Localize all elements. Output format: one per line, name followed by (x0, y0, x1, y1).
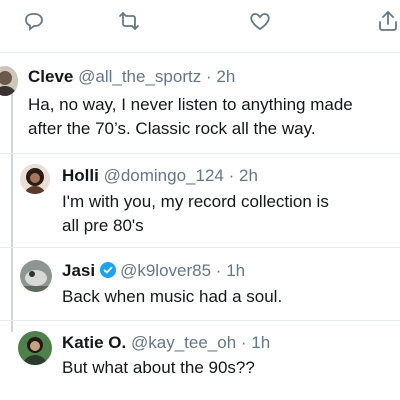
reply-text-line: I'm with you, my record collection is (62, 192, 329, 211)
reply-text-line: But what about the 90s?? (62, 358, 255, 377)
reply-text-line: all pre 80's (62, 216, 144, 235)
timestamp[interactable]: 1h (251, 333, 270, 352)
reply-icon[interactable] (20, 8, 48, 34)
separator: · (215, 261, 222, 280)
display-name[interactable]: Jasi (62, 261, 95, 280)
reply-text-line: Back when music had a soul. (62, 287, 283, 306)
reply-item[interactable]: Holli @domingo_124 · 2h I'm with you, my… (0, 156, 400, 250)
tweet-action-bar (0, 0, 400, 40)
divider (0, 153, 400, 154)
verified-badge-icon (100, 262, 117, 278)
avatar[interactable] (18, 331, 52, 365)
timestamp[interactable]: 2h (239, 166, 258, 185)
divider (0, 52, 400, 53)
username[interactable]: @k9lover85 (120, 261, 211, 280)
avatar[interactable] (20, 260, 52, 292)
reply-text-line: Ha, no way, I never listen to anything m… (28, 95, 353, 114)
reply-item[interactable]: Katie O. @kay_tee_oh · 1h But what about… (0, 325, 400, 391)
separator: · (240, 333, 247, 352)
reply-item[interactable]: Jasi @k9lover85 · 1h Back when music had … (0, 252, 400, 318)
username[interactable]: @all_the_sportz (78, 67, 201, 86)
separator: · (205, 67, 212, 86)
avatar[interactable] (20, 164, 50, 194)
display-name[interactable]: Katie O. (62, 333, 126, 352)
avatar[interactable] (0, 66, 18, 96)
reply-text-line: after the 70’s. Classic rock all the way… (28, 119, 316, 138)
display-name[interactable]: Cleve (28, 67, 73, 86)
share-icon[interactable] (374, 8, 400, 34)
display-name[interactable]: Holli (62, 166, 99, 185)
username[interactable]: @kay_tee_oh (131, 333, 236, 352)
timestamp[interactable]: 1h (226, 261, 245, 280)
separator: · (228, 166, 235, 185)
divider (0, 320, 400, 321)
retweet-icon[interactable] (115, 8, 143, 34)
heart-icon[interactable] (246, 8, 274, 34)
reply-item[interactable]: Cleve @all_the_sportz · 2h Ha, no way, I… (0, 60, 400, 150)
timestamp[interactable]: 2h (216, 67, 235, 86)
username[interactable]: @domingo_124 (104, 166, 224, 185)
divider (0, 247, 400, 248)
